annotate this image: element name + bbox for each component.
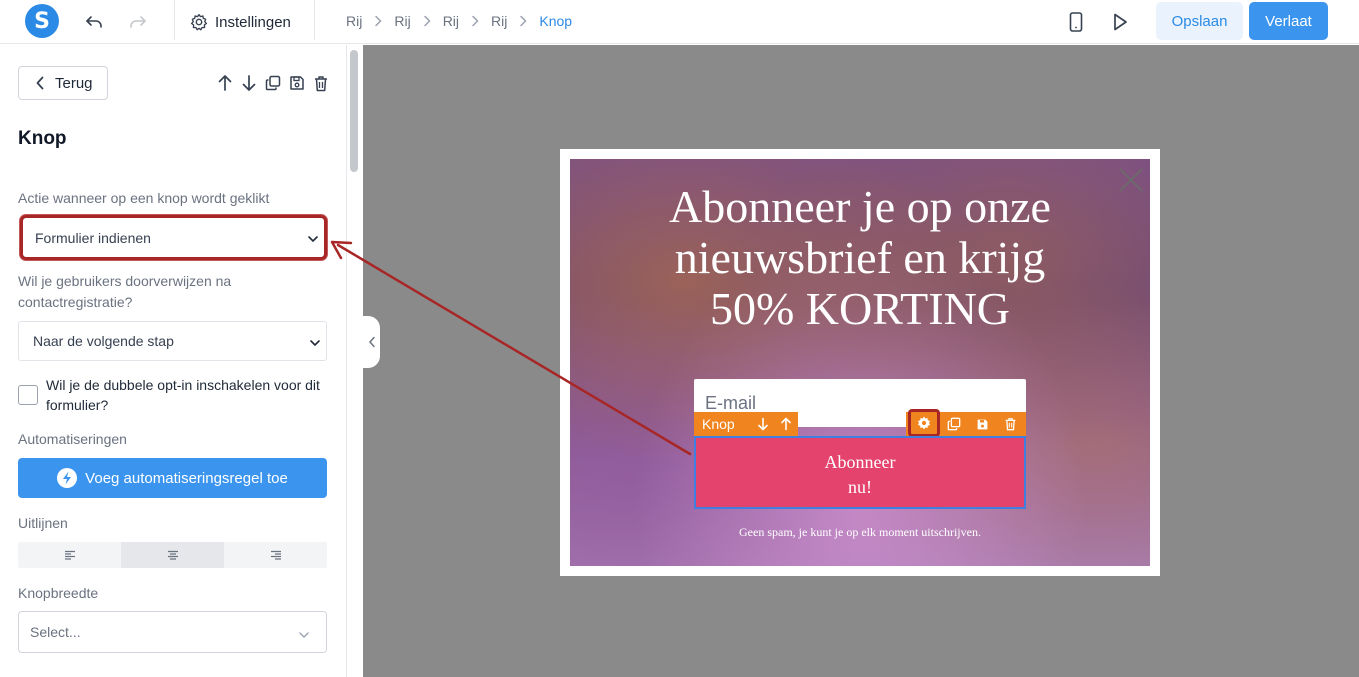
action-label: Actie wanneer op een knop wordt geklikt <box>18 190 270 206</box>
copy-icon[interactable] <box>940 412 968 436</box>
button-width-placeholder: Select... <box>30 624 81 640</box>
arrow-up-icon[interactable] <box>774 417 798 431</box>
add-automation-label: Voeg automatiseringsregel toe <box>85 469 288 487</box>
settings-label: Instellingen <box>215 13 291 31</box>
align-center-button[interactable] <box>121 542 224 568</box>
back-button[interactable]: Terug <box>18 66 108 100</box>
save-button[interactable]: Opslaan <box>1156 2 1243 40</box>
headline-line: nieuwsbrief en krijg <box>674 232 1046 283</box>
play-icon[interactable] <box>1108 10 1132 34</box>
button-width-label: Knopbreedte <box>18 585 99 601</box>
chevron-down-icon <box>309 335 321 351</box>
trash-icon[interactable] <box>996 412 1024 436</box>
breadcrumb: Rij Rij Rij Rij Knop <box>346 13 572 29</box>
headline-line: Abonneer je op onze <box>669 181 1051 232</box>
double-optin-label: Wil je de dubbele opt-in inschakelen voo… <box>46 377 320 413</box>
panel-title: Knop <box>18 128 67 149</box>
save-icon[interactable] <box>968 412 996 436</box>
settings-sidebar: Terug Knop Actie wanneer op een knop wor… <box>0 45 347 677</box>
leave-button[interactable]: Verlaat <box>1249 2 1328 40</box>
gear-icon[interactable] <box>908 409 940 437</box>
disclaimer-text: Geen spam, je kunt je op elk moment uits… <box>739 525 981 539</box>
chevron-down-icon <box>307 231 319 247</box>
arrow-down-icon[interactable] <box>751 417 775 431</box>
align-left-icon <box>64 550 76 560</box>
breadcrumb-item[interactable]: Rij <box>491 13 507 29</box>
chevron-right-icon <box>470 15 480 27</box>
collapse-sidebar-button[interactable] <box>363 316 380 368</box>
align-left-button[interactable] <box>18 542 121 568</box>
redirect-select-value: Naar de volgende stap <box>33 333 174 349</box>
align-toggle <box>18 542 327 568</box>
save-icon[interactable] <box>288 74 306 92</box>
element-toolbar: Knop <box>694 412 798 436</box>
app-logo[interactable]: S <box>25 4 59 38</box>
subscribe-label-line: Abonneer <box>824 452 896 472</box>
redirect-select[interactable]: Naar de volgende stap <box>18 321 327 361</box>
element-toolbar-label: Knop <box>702 416 735 432</box>
double-optin-checkbox[interactable] <box>18 385 38 405</box>
align-right-icon <box>270 550 282 560</box>
add-automation-button[interactable]: Voeg automatiseringsregel toe <box>18 458 327 498</box>
chevron-right-icon <box>373 15 383 27</box>
mobile-icon[interactable] <box>1064 10 1088 34</box>
settings-button[interactable]: Instellingen <box>190 9 291 35</box>
top-bar: S Instellingen Rij Rij Rij Rij Knop Opsl… <box>0 0 1359 44</box>
redirect-label: Wil je gebruikers doorverwijzen na conta… <box>18 273 232 310</box>
chevron-left-icon <box>368 336 376 348</box>
headline-line: 50% KORTING <box>709 283 1011 334</box>
close-icon[interactable] <box>1118 167 1144 193</box>
action-select[interactable]: Formulier indienen <box>20 215 327 260</box>
copy-icon[interactable] <box>264 74 282 92</box>
chevron-right-icon <box>518 15 528 27</box>
redo-icon[interactable] <box>126 10 150 34</box>
align-center-icon <box>167 550 179 560</box>
chevron-left-icon <box>35 76 45 90</box>
breadcrumb-item[interactable]: Rij <box>346 13 362 29</box>
arrow-down-icon[interactable] <box>240 74 258 92</box>
toolbar-divider <box>174 0 175 40</box>
popup-hero: Abonneer je op onze nieuwsbrief en krijg… <box>570 159 1150 566</box>
trash-icon[interactable] <box>312 74 330 92</box>
breadcrumb-current[interactable]: Knop <box>539 13 572 29</box>
align-right-button[interactable] <box>224 542 327 568</box>
undo-icon[interactable] <box>82 10 106 34</box>
subscribe-label-line: nu! <box>848 477 872 497</box>
popup-headline: Abonneer je op onze nieuwsbrief en krijg… <box>570 181 1150 334</box>
breadcrumb-item[interactable]: Rij <box>443 13 459 29</box>
bolt-icon <box>57 468 78 488</box>
chevron-right-icon <box>422 15 432 27</box>
toolbar-divider <box>314 0 315 40</box>
arrow-up-icon[interactable] <box>216 74 234 92</box>
action-select-value: Formulier indienen <box>35 229 151 246</box>
subscribe-button[interactable]: Abonneer nu! <box>694 436 1026 509</box>
gear-icon <box>190 13 208 31</box>
breadcrumb-item[interactable]: Rij <box>394 13 410 29</box>
element-actions-toolbar <box>906 409 1026 437</box>
sidebar-scrollbar[interactable] <box>350 50 358 172</box>
button-width-select[interactable]: Select... <box>18 611 327 653</box>
align-label: Uitlijnen <box>18 515 68 531</box>
element-actions <box>216 74 330 92</box>
chevron-down-icon <box>298 627 310 643</box>
automations-label: Automatiseringen <box>18 431 127 447</box>
back-label: Terug <box>55 74 93 92</box>
popup-preview: Abonneer je op onze nieuwsbrief en krijg… <box>560 149 1160 576</box>
